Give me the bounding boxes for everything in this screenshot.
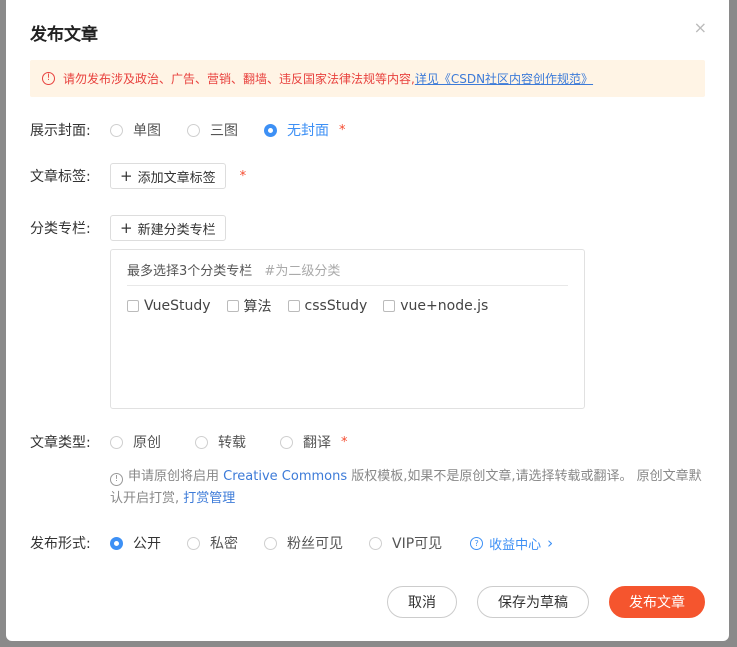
- required-mark: *: [339, 122, 346, 138]
- column-item-label: vue+node.js: [400, 298, 489, 314]
- option-label: 单图: [133, 123, 161, 139]
- content-notice: ! 请勿发布涉及政治、广告、营销、翻墙、违反国家法律法规等内容, 详见《CSDN…: [30, 60, 705, 97]
- column-item-label: VueStudy: [144, 298, 211, 314]
- required-mark: *: [239, 168, 247, 184]
- publish-button[interactable]: 发布文章: [609, 586, 705, 618]
- column-hint-text: 最多选择3个分类专栏: [127, 264, 253, 279]
- column-checkbox-vuestudy[interactable]: VueStudy: [127, 296, 211, 316]
- plus-icon: +: [120, 218, 133, 237]
- type-option-original[interactable]: 原创: [110, 432, 161, 452]
- publish-dialog: 发布文章 × ! 请勿发布涉及政治、广告、营销、翻墙、违反国家法律法规等内容, …: [6, 0, 729, 641]
- checkbox: [127, 300, 139, 312]
- radio-circle: [264, 123, 277, 137]
- close-icon[interactable]: ×: [694, 18, 707, 37]
- cover-row: 展示封面: 单图 三图 无封面 *: [30, 120, 346, 140]
- column-checkbox-vue-node[interactable]: vue+node.js: [383, 296, 488, 316]
- tags-label: 文章标签:: [30, 169, 91, 185]
- radio-circle: [187, 536, 200, 550]
- radio-circle: [110, 435, 123, 449]
- dialog-title: 发布文章: [30, 25, 98, 45]
- article-type-label: 文章类型:: [30, 435, 91, 451]
- cover-option-single[interactable]: 单图: [110, 120, 161, 140]
- radio-circle: [110, 123, 123, 137]
- cover-option-three[interactable]: 三图: [187, 120, 238, 140]
- add-tag-button[interactable]: + 添加文章标签: [110, 163, 226, 189]
- column-select-box: 最多选择3个分类专栏 #为二级分类 VueStudy 算法 cssStudy v…: [110, 249, 585, 409]
- column-hint: 最多选择3个分类专栏 #为二级分类: [127, 260, 340, 279]
- add-tag-label: 添加文章标签: [137, 170, 216, 186]
- income-label: 收益中心: [489, 537, 542, 553]
- radio-circle: [369, 536, 382, 550]
- option-label: 公开: [133, 536, 161, 552]
- column-label: 分类专栏:: [30, 221, 91, 237]
- checkbox: [383, 300, 396, 312]
- option-label: 原创: [133, 435, 161, 451]
- chevron-right-icon: ›: [547, 534, 554, 552]
- question-icon: ?: [470, 536, 484, 550]
- notice-link[interactable]: 详见《CSDN社区内容创作规范》: [415, 70, 593, 87]
- publish-label: 发布形式:: [30, 536, 91, 552]
- cover-option-none[interactable]: 无封面: [264, 120, 329, 140]
- new-column-label: 新建分类专栏: [137, 222, 216, 238]
- info-text: 申请原创将启用: [128, 469, 220, 484]
- column-item-label: cssStudy: [304, 298, 368, 314]
- radio-circle: [187, 123, 200, 137]
- type-option-translation[interactable]: 翻译: [280, 432, 331, 452]
- new-column-button[interactable]: + 新建分类专栏: [110, 215, 226, 241]
- radio-circle: [264, 536, 277, 550]
- column-row: 分类专栏: + 新建分类专栏: [30, 215, 226, 241]
- publish-option-private[interactable]: 私密: [187, 533, 238, 553]
- option-label: 无封面: [287, 123, 329, 139]
- option-label: 翻译: [303, 435, 331, 451]
- column-checkbox-algorithm[interactable]: 算法: [226, 296, 272, 316]
- column-checkbox-cssstudy[interactable]: cssStudy: [287, 296, 368, 316]
- publish-row: 发布形式: 公开 私密 粉丝可见 VIP可见 ? 收益中心 ›: [30, 533, 553, 553]
- creative-commons-link[interactable]: Creative Commons: [223, 469, 347, 484]
- radio-circle: [280, 435, 293, 449]
- cover-label: 展示封面:: [30, 123, 91, 139]
- divider: [127, 285, 568, 286]
- type-option-repost[interactable]: 转载: [195, 432, 246, 452]
- publish-option-fans[interactable]: 粉丝可见: [264, 533, 343, 553]
- option-label: 粉丝可见: [287, 536, 343, 552]
- option-label: 三图: [210, 123, 238, 139]
- radio-circle: [110, 536, 123, 550]
- warning-icon: !: [42, 72, 55, 85]
- radio-circle: [195, 435, 208, 449]
- column-hint-sub: #为二级分类: [264, 264, 341, 279]
- article-type-row: 文章类型: 原创 转载 翻译 *: [30, 432, 348, 452]
- notice-text: 请勿发布涉及政治、广告、营销、翻墙、违反国家法律法规等内容,: [63, 72, 415, 86]
- income-center-link[interactable]: ? 收益中心 ›: [470, 534, 553, 553]
- dialog-footer: 取消 保存为草稿 发布文章: [367, 586, 705, 618]
- option-label: 转载: [218, 435, 246, 451]
- cancel-button[interactable]: 取消: [387, 586, 457, 618]
- option-label: VIP可见: [392, 536, 443, 552]
- column-list: VueStudy 算法 cssStudy vue+node.js: [127, 296, 504, 316]
- option-label: 私密: [210, 536, 238, 552]
- info-icon: !: [110, 472, 123, 486]
- checkbox: [226, 300, 239, 312]
- original-info: ! 申请原创将启用 Creative Commons 版权模板,如果不是原创文章,…: [110, 466, 710, 510]
- save-draft-button[interactable]: 保存为草稿: [477, 586, 589, 618]
- reward-manage-link[interactable]: 打赏管理: [183, 491, 235, 506]
- column-item-label: 算法: [243, 299, 272, 315]
- plus-icon: +: [120, 166, 133, 185]
- publish-option-vip[interactable]: VIP可见: [369, 533, 442, 553]
- publish-option-public[interactable]: 公开: [110, 533, 161, 553]
- tags-row: 文章标签: + 添加文章标签 *: [30, 163, 246, 189]
- checkbox: [287, 300, 300, 312]
- required-mark: *: [341, 434, 348, 450]
